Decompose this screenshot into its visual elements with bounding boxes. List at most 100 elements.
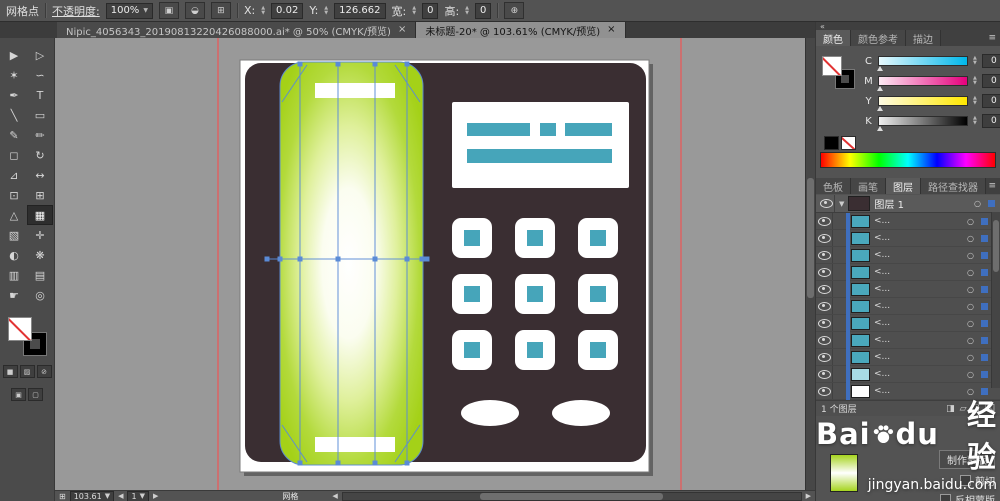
screen-mode-button[interactable]: ▢ bbox=[28, 388, 43, 401]
document-tab-nipic[interactable]: Nipic_4056343_20190813220426088000.ai* @… bbox=[57, 22, 417, 38]
selection-tool[interactable]: ▶ bbox=[1, 45, 27, 65]
selection-indicator[interactable] bbox=[988, 200, 995, 207]
horizontal-scrollbar-thumb[interactable] bbox=[480, 492, 664, 500]
selection-indicator[interactable] bbox=[981, 268, 988, 276]
none-swatch[interactable] bbox=[841, 136, 856, 150]
oval-button-left[interactable] bbox=[461, 400, 519, 426]
opacity-label[interactable]: 不透明度: bbox=[52, 3, 100, 19]
visibility-toggle[interactable] bbox=[816, 366, 833, 382]
color-mode-button[interactable]: ■ bbox=[2, 365, 18, 378]
x-field[interactable]: 0.02 bbox=[271, 2, 304, 19]
y-stepper[interactable]: ▲ ▼ bbox=[324, 5, 328, 16]
type-tool[interactable]: T bbox=[27, 85, 53, 105]
paintbrush-tool[interactable]: ✎ bbox=[1, 125, 27, 145]
canvas-artwork[interactable] bbox=[55, 38, 806, 490]
screen-text-bar[interactable] bbox=[467, 149, 612, 163]
canvas-area[interactable] bbox=[55, 38, 815, 490]
mesh-tool[interactable]: ▦ bbox=[27, 205, 53, 225]
tab-color[interactable]: 颜色 bbox=[816, 30, 851, 46]
screen-text-bar[interactable] bbox=[565, 123, 612, 136]
visibility-toggle[interactable] bbox=[816, 213, 833, 229]
zoom-dropdown[interactable]: 103.61 ▼ bbox=[69, 490, 115, 501]
handset-mic-bar[interactable] bbox=[315, 437, 395, 452]
cyan-slider[interactable] bbox=[877, 56, 968, 71]
target-circle-icon[interactable]: ○ bbox=[967, 251, 974, 260]
tab-color-guide[interactable]: 颜色参考 bbox=[851, 30, 906, 46]
phone-screen[interactable] bbox=[452, 102, 629, 188]
oval-button-right[interactable] bbox=[552, 400, 610, 426]
scroll-right-icon[interactable]: ▶ bbox=[806, 492, 811, 500]
magic-wand-tool[interactable]: ✶ bbox=[1, 65, 27, 85]
width-stepper[interactable]: ▲ ▼ bbox=[412, 5, 416, 16]
layer-row[interactable]: <... ○ bbox=[816, 349, 1000, 366]
eyedropper-tool[interactable]: ✛ bbox=[27, 225, 53, 245]
artboard-tool[interactable]: ▤ bbox=[27, 265, 53, 285]
tab-brushes[interactable]: 画笔 bbox=[851, 178, 886, 194]
visibility-toggle[interactable] bbox=[816, 349, 833, 365]
eraser-tool[interactable]: ◻ bbox=[1, 145, 27, 165]
rectangle-tool[interactable]: ▭ bbox=[27, 105, 53, 125]
yellow-value-field[interactable]: 0 bbox=[981, 94, 1000, 108]
magenta-value-field[interactable]: 0 bbox=[981, 74, 1000, 88]
pen-tool[interactable]: ✒ bbox=[1, 85, 27, 105]
visibility-toggle[interactable] bbox=[816, 247, 833, 263]
transform-options-icon[interactable]: ⊕ bbox=[504, 2, 525, 19]
selection-indicator[interactable] bbox=[981, 336, 988, 344]
selection-indicator[interactable] bbox=[981, 319, 988, 327]
height-stepper[interactable]: ▲ ▼ bbox=[465, 5, 469, 16]
slider-knob[interactable] bbox=[877, 126, 883, 131]
color-spectrum-bar[interactable] bbox=[820, 152, 996, 168]
tab-pathfinder[interactable]: 路径查找器 bbox=[921, 178, 986, 194]
shape-builder-tool[interactable]: ⊞ bbox=[27, 185, 53, 205]
handset-speaker-bar[interactable] bbox=[315, 83, 395, 98]
scale-tool[interactable]: ⊿ bbox=[1, 165, 27, 185]
layers-scrollbar[interactable] bbox=[991, 212, 1000, 388]
zoom-tool[interactable]: ◎ bbox=[27, 285, 53, 305]
target-circle-icon[interactable]: ○ bbox=[974, 199, 981, 208]
yellow-stepper[interactable]: ▲ ▼ bbox=[973, 96, 977, 106]
layer-row[interactable]: <... ○ bbox=[816, 264, 1000, 281]
y-field[interactable]: 126.662 bbox=[334, 2, 386, 19]
hand-tool[interactable]: ☛ bbox=[1, 285, 27, 305]
target-circle-icon[interactable]: ○ bbox=[967, 370, 974, 379]
lasso-tool[interactable]: ∽ bbox=[27, 65, 53, 85]
slider-knob[interactable] bbox=[877, 66, 883, 71]
selection-indicator[interactable] bbox=[981, 370, 988, 378]
selection-indicator[interactable] bbox=[981, 217, 988, 225]
yellow-slider[interactable] bbox=[877, 96, 968, 111]
gradient-tool[interactable]: ▧ bbox=[1, 225, 27, 245]
tab-swatches[interactable]: 色板 bbox=[816, 178, 851, 194]
symbol-sprayer-tool[interactable]: ❋ bbox=[27, 245, 53, 265]
layer-row[interactable]: <... ○ bbox=[816, 281, 1000, 298]
vertical-scrollbar-thumb[interactable] bbox=[807, 178, 814, 298]
layer-group-row[interactable]: ▼ 图层 1 ○ bbox=[816, 195, 1000, 213]
magenta-slider[interactable] bbox=[877, 76, 968, 91]
artboard-nav-dropdown[interactable]: 1 ▼ bbox=[127, 490, 149, 501]
target-circle-icon[interactable]: ○ bbox=[967, 387, 974, 396]
disclosure-triangle-icon[interactable]: ▼ bbox=[839, 200, 844, 208]
visibility-toggle[interactable] bbox=[816, 264, 833, 280]
x-stepper[interactable]: ▲ ▼ bbox=[261, 5, 265, 16]
invert-mask-checkbox[interactable] bbox=[940, 494, 951, 501]
vertical-scrollbar[interactable] bbox=[805, 38, 815, 490]
document-tab-untitled[interactable]: 未标题-20* @ 103.61% (CMYK/预览) × bbox=[416, 22, 626, 38]
layer-name[interactable]: 图层 1 bbox=[874, 196, 904, 211]
height-field[interactable]: 0 bbox=[475, 2, 492, 19]
visibility-toggle[interactable] bbox=[816, 315, 833, 331]
layers-scrollbar-thumb[interactable] bbox=[993, 220, 999, 272]
visibility-toggle[interactable] bbox=[816, 383, 833, 399]
cyan-stepper[interactable]: ▲ ▼ bbox=[973, 56, 977, 66]
selection-indicator[interactable] bbox=[981, 353, 988, 361]
perspective-grid-tool[interactable]: △ bbox=[1, 205, 27, 225]
horizontal-scrollbar[interactable] bbox=[341, 491, 802, 501]
tab-stroke[interactable]: 描边 bbox=[906, 30, 941, 46]
selection-indicator[interactable] bbox=[981, 302, 988, 310]
align-options-icon[interactable]: ⊞ bbox=[210, 2, 231, 19]
screen-text-bar[interactable] bbox=[540, 123, 556, 136]
target-circle-icon[interactable]: ○ bbox=[967, 217, 974, 226]
tab-layers[interactable]: 图层 bbox=[886, 178, 921, 194]
close-icon[interactable]: × bbox=[398, 25, 406, 35]
visibility-toggle[interactable] bbox=[816, 332, 833, 348]
cyan-value-field[interactable]: 0 bbox=[981, 54, 1000, 68]
pencil-tool[interactable]: ✏ bbox=[27, 125, 53, 145]
